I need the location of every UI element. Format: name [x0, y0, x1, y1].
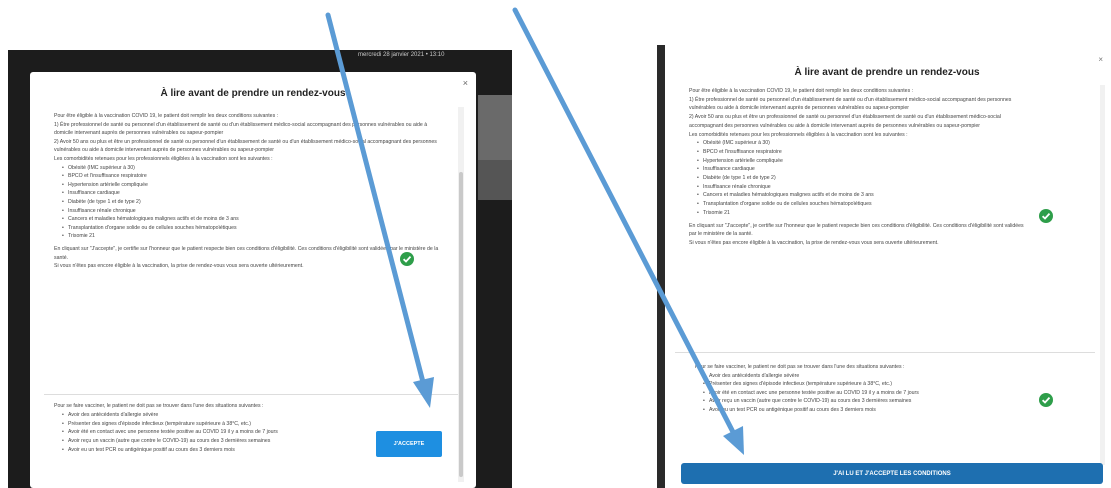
condition-2: 2) Avoir 50 ans ou plus et être un profe…: [54, 138, 437, 154]
certify-text: En cliquant sur "J'accepte", je certifie…: [689, 222, 1024, 238]
comorbidities-list: Obésité (IMC supérieur à 30) BPCO et l'i…: [689, 139, 1029, 217]
scrollbar[interactable]: [458, 107, 464, 482]
right-screenshot: × À lire avant de prendre un rendez-vous…: [657, 45, 1109, 488]
check-circle-icon: [400, 252, 414, 266]
condition-2: 2) Avoir 50 ans ou plus et être un profe…: [689, 114, 1001, 129]
eligibility-modal: × À lire avant de prendre un rendez-vous…: [30, 72, 476, 488]
eligibility-conditions: Pour être éligible à la vaccination COVI…: [689, 87, 1029, 248]
divider: [44, 394, 458, 395]
list-item: Cancers et maladies hématologiques malig…: [697, 191, 1029, 200]
background-panel: [478, 160, 512, 200]
list-item: Cancers et maladies hématologiques malig…: [62, 215, 444, 224]
scrollbar-thumb[interactable]: [459, 172, 463, 477]
accept-button[interactable]: J'ACCEPTE: [376, 431, 442, 457]
not-eligible-text: Si vous n'êtes pas encore éligible à la …: [689, 239, 939, 246]
list-item: Avoir eu un test PCR ou antigénique posi…: [62, 446, 374, 455]
intro-text: Pour être éligible à la vaccination COVI…: [54, 113, 279, 119]
background-panel: [478, 95, 512, 165]
list-item: Avoir des antécédents d'allergie sévère: [62, 411, 374, 420]
modal-title: À lire avant de prendre un rendez-vous: [794, 67, 980, 78]
list-item: Insuffisance rénale chronique: [697, 183, 1029, 192]
exclusion-intro: Pour se faire vacciner, le patient ne do…: [54, 403, 264, 409]
list-item: Insuffisance rénale chronique: [62, 207, 444, 216]
modal-title: À lire avant de prendre un rendez-vous: [160, 88, 346, 99]
list-item: Diabète (de type 1 et de type 2): [697, 174, 1029, 183]
condition-1: 1) Être professionnel de santé ou person…: [689, 96, 1012, 112]
list-item: Hypertension artérielle compliquée: [62, 181, 444, 190]
list-item: Trisomie 21: [62, 232, 444, 241]
list-item: Obésité (IMC supérieur à 30): [62, 164, 444, 173]
exclusions-list: Avoir des antécédents d'allergie sévère …: [54, 411, 374, 455]
list-item: Avoir eu un test PCR ou antigénique posi…: [703, 406, 1015, 415]
list-item: Avoir reçu un vaccin (autre que contre l…: [703, 397, 1015, 406]
list-item: Diabète (de type 1 et de type 2): [62, 198, 444, 207]
comorbidities-intro: Les comorbidités retenues pour les profe…: [689, 131, 908, 138]
exclusion-conditions: Pour se faire vacciner, le patient ne do…: [695, 363, 1015, 415]
not-eligible-text: Si vous n'êtes pas encore éligible à la …: [54, 263, 304, 270]
certify-text: En cliquant sur "J'accepte", je certifie…: [54, 245, 439, 261]
close-icon[interactable]: ×: [463, 78, 468, 88]
list-item: Présenter des signes d'épisode infectieu…: [703, 380, 1015, 389]
exclusion-intro: Pour se faire vacciner, le patient ne do…: [695, 364, 905, 370]
condition-1: 1) Être professionnel de santé ou person…: [54, 121, 428, 137]
list-item: Avoir été en contact avec une personne t…: [62, 428, 374, 437]
list-item: Avoir reçu un vaccin (autre que contre l…: [62, 437, 374, 446]
left-screenshot: mercredi 28 janvier 2021 • 13:10 × À lir…: [8, 50, 512, 488]
background-date: mercredi 28 janvier 2021 • 13:10: [358, 52, 445, 58]
eligibility-modal: × À lire avant de prendre un rendez-vous…: [665, 45, 1109, 488]
list-item: Avoir été en contact avec une personne t…: [703, 389, 1015, 398]
intro-text: Pour être éligible à la vaccination COVI…: [689, 88, 914, 94]
list-item: Présenter des signes d'épisode infectieu…: [62, 420, 374, 429]
list-item: Trisomie 21: [697, 209, 1029, 218]
list-item: Insuffisance cardiaque: [62, 189, 444, 198]
list-item: BPCO et l'insuffisance respiratoire: [697, 148, 1029, 157]
list-item: Obésité (IMC supérieur à 30): [697, 139, 1029, 148]
list-item: Hypertension artérielle compliquée: [697, 157, 1029, 166]
comorbidities-intro: Les comorbidités retenues pour les profe…: [54, 155, 273, 162]
list-item: Transplantation d'organe solide ou de ce…: [697, 200, 1029, 209]
eligibility-conditions: Pour être éligible à la vaccination COVI…: [54, 112, 444, 271]
list-item: Insuffisance cardiaque: [697, 165, 1029, 174]
check-circle-icon: [1039, 393, 1053, 407]
check-circle-icon: [1039, 209, 1053, 223]
exclusions-list: Avoir des antécédents d'allergie sévère …: [695, 372, 1015, 415]
exclusion-conditions: Pour se faire vacciner, le patient ne do…: [54, 402, 374, 455]
comorbidities-list: Obésité (IMC supérieur à 30) BPCO et l'i…: [54, 164, 444, 241]
list-item: Avoir des antécédents d'allergie sévère: [703, 372, 1015, 381]
divider: [675, 352, 1095, 353]
close-icon[interactable]: ×: [1098, 55, 1103, 64]
list-item: Transplantation d'organe solide ou de ce…: [62, 224, 444, 233]
list-item: BPCO et l'insuffisance respiratoire: [62, 172, 444, 181]
read-and-accept-button[interactable]: J'AI LU ET J'ACCEPTE LES CONDITIONS: [681, 463, 1103, 484]
scrollbar[interactable]: [1100, 85, 1105, 465]
